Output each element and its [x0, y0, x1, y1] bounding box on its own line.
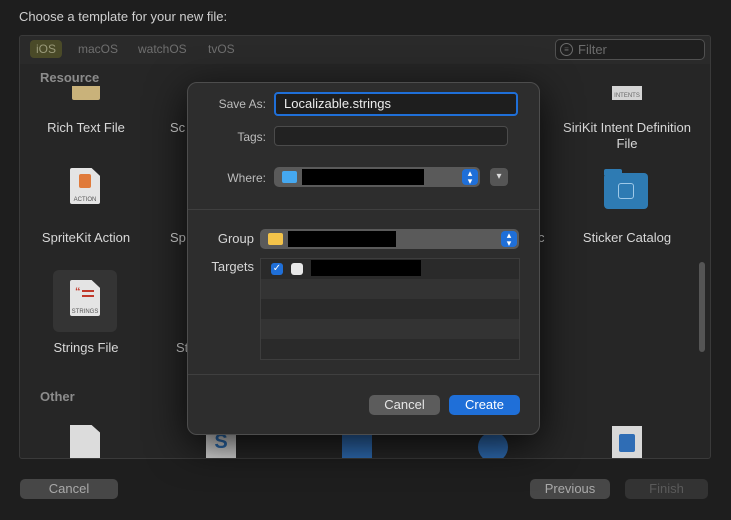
spritekit-action-icon: ACTION — [70, 168, 100, 204]
popup-arrows-icon: ▴ ▾ — [462, 169, 478, 186]
where-popup[interactable]: ▴ ▾ — [274, 167, 480, 187]
dialog-divider-bottom — [188, 374, 539, 375]
dialog-divider-top — [188, 209, 539, 210]
strings-file-icon: “ STRINGS — [70, 280, 100, 316]
section-other: Other — [40, 389, 75, 404]
targets-list: ✓ — [260, 258, 520, 360]
tags-field[interactable] — [274, 126, 508, 146]
group-label: Group — [217, 231, 254, 246]
template-spritekit-action[interactable]: SpriteKit Action — [21, 230, 151, 246]
group-folder-icon — [268, 233, 283, 245]
page-title: Choose a template for your new file: — [19, 9, 228, 24]
target-row[interactable]: ✓ — [261, 259, 519, 279]
tab-watchos[interactable]: watchOS — [132, 40, 193, 58]
tab-macos[interactable]: macOS — [72, 40, 124, 58]
where-label: Where: — [227, 171, 266, 185]
where-path-redacted — [302, 169, 424, 185]
intents-icon-text: INTENTS — [614, 93, 640, 99]
group-popup[interactable]: ▴ ▾ — [260, 229, 519, 249]
save-as-field[interactable]: Localizable.strings — [274, 92, 518, 116]
expand-chevron-icon[interactable]: ▾ — [490, 168, 508, 186]
filter-icon: ≡ — [560, 43, 573, 56]
template-strings-file[interactable]: Strings File — [21, 340, 151, 356]
empty-file-icon — [70, 425, 100, 458]
create-button[interactable]: Create — [449, 395, 520, 415]
group-name-redacted — [288, 231, 396, 247]
previous-button[interactable]: Previous — [530, 479, 610, 499]
tab-ios[interactable]: iOS — [30, 40, 63, 58]
target-empty-row — [261, 339, 519, 359]
target-empty-row — [261, 299, 519, 319]
filter-field[interactable]: ≡ Filter — [555, 39, 705, 60]
tags-label: Tags: — [237, 130, 266, 144]
globe-icon — [478, 432, 508, 458]
target-app-icon — [291, 263, 303, 275]
scrollbar[interactable] — [699, 262, 705, 352]
targets-label: Targets — [211, 259, 254, 274]
platform-bar: iOS macOS watchOS tvOS ≡ Filter — [20, 36, 710, 64]
strings-icon-text: STRINGS — [71, 309, 99, 315]
target-name-redacted — [311, 260, 421, 276]
tab-tvos[interactable]: tvOS — [202, 40, 241, 58]
target-empty-row — [261, 279, 519, 299]
group-popup-arrows-icon: ▴ ▾ — [501, 231, 517, 248]
save-as-label: Save As: — [218, 97, 266, 111]
app-file-icon — [612, 426, 642, 458]
intents-icon: INTENTS — [612, 86, 642, 100]
template-sticker-catalog[interactable]: Sticker Catalog — [562, 230, 692, 246]
section-resource: Resource — [40, 70, 100, 85]
finish-button[interactable]: Finish — [625, 479, 708, 499]
rich-text-icon — [72, 86, 100, 100]
target-checkbox-checked[interactable]: ✓ — [271, 263, 283, 275]
documents-icon — [342, 432, 372, 458]
folder-icon — [282, 171, 297, 183]
save-dialog: Save As: Localizable.strings Tags: Where… — [187, 82, 540, 435]
cancel-button[interactable]: Cancel — [20, 479, 118, 499]
action-icon-text: ACTION — [73, 197, 97, 203]
template-sirikit-intent[interactable]: SiriKit Intent Definition File — [562, 120, 692, 152]
target-empty-row — [261, 319, 519, 339]
filter-placeholder: Filter — [578, 42, 607, 57]
dialog-cancel-button[interactable]: Cancel — [369, 395, 440, 415]
template-rich-text[interactable]: Rich Text File — [21, 120, 151, 136]
sticker-catalog-icon — [604, 169, 648, 209]
